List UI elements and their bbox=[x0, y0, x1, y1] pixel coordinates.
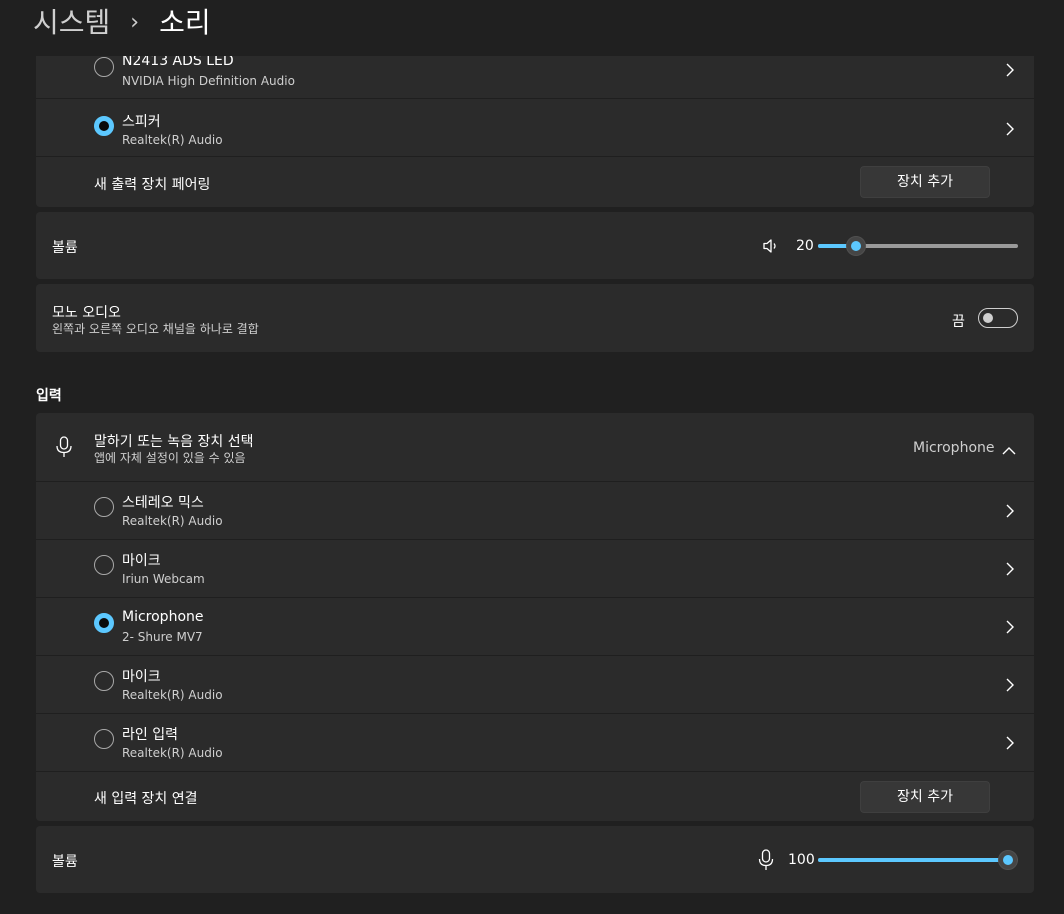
input-device-driver: Realtek(R) Audio bbox=[122, 514, 223, 528]
add-output-device-button[interactable]: 장치 추가 bbox=[860, 166, 990, 198]
output-device-row[interactable]: 스피커 Realtek(R) Audio bbox=[36, 98, 1034, 156]
input-device-name: 라인 입력 bbox=[122, 727, 178, 743]
input-device-radio-selected[interactable] bbox=[94, 613, 114, 633]
input-device-radio[interactable] bbox=[94, 497, 114, 517]
input-device-row[interactable]: 스테레오 믹스 Realtek(R) Audio bbox=[36, 481, 1034, 539]
breadcrumb-separator: › bbox=[130, 10, 140, 35]
input-device-row[interactable]: 마이크 Realtek(R) Audio bbox=[36, 655, 1034, 713]
chevron-right-icon[interactable] bbox=[1004, 562, 1016, 576]
page-header: 시스템 › 소리 bbox=[0, 0, 1064, 56]
input-volume-value: 100 bbox=[788, 852, 815, 868]
pair-output-label: 새 출력 장치 페어링 bbox=[94, 177, 211, 193]
input-device-driver: Iriun Webcam bbox=[122, 572, 205, 586]
input-device-name: 마이크 bbox=[122, 669, 161, 685]
input-device-row[interactable]: 마이크 Iriun Webcam bbox=[36, 539, 1034, 597]
input-device-name: 스테레오 믹스 bbox=[122, 495, 204, 511]
mono-audio-state: 끔 bbox=[952, 314, 965, 330]
input-select-subtitle: 앱에 자체 설정이 있을 수 있음 bbox=[94, 451, 246, 465]
settings-page: 시스템 › 소리 N2413 ADS LED NVIDIA High Defin… bbox=[0, 0, 1064, 914]
chevron-right-icon[interactable] bbox=[1004, 122, 1016, 136]
output-volume-card: 볼륨 20 bbox=[36, 212, 1034, 279]
mono-audio-title: 모노 오디오 bbox=[52, 305, 121, 321]
input-select-title: 말하기 또는 녹음 장치 선택 bbox=[94, 434, 254, 450]
output-device-name: 스피커 bbox=[122, 114, 161, 130]
input-volume-thumb[interactable] bbox=[998, 850, 1018, 870]
output-volume-value: 20 bbox=[796, 238, 814, 254]
input-section-heading: 입력 bbox=[36, 388, 62, 404]
chevron-right-icon[interactable] bbox=[1004, 620, 1016, 634]
pair-input-device-row: 새 입력 장치 연결 장치 추가 bbox=[36, 771, 1034, 821]
output-device-driver: Realtek(R) Audio bbox=[122, 133, 223, 147]
output-device-driver: NVIDIA High Definition Audio bbox=[122, 74, 295, 88]
input-device-radio[interactable] bbox=[94, 671, 114, 691]
input-volume-card: 볼륨 100 bbox=[36, 826, 1034, 893]
breadcrumb-system-link[interactable]: 시스템 bbox=[33, 4, 110, 42]
mono-audio-subtitle: 왼쪽과 오른쪽 오디오 채널을 하나로 결합 bbox=[52, 322, 259, 336]
input-device-driver: 2- Shure MV7 bbox=[122, 630, 203, 644]
input-select-current: Microphone bbox=[913, 440, 995, 456]
breadcrumb: 시스템 › 소리 bbox=[33, 4, 211, 42]
chevron-right-icon[interactable] bbox=[1004, 736, 1016, 750]
chevron-right-icon[interactable] bbox=[1004, 678, 1016, 692]
pair-input-label: 새 입력 장치 연결 bbox=[94, 791, 198, 807]
pair-output-device-row: 새 출력 장치 페어링 장치 추가 bbox=[36, 156, 1034, 207]
chevron-right-icon[interactable] bbox=[1004, 504, 1016, 518]
output-volume-thumb[interactable] bbox=[846, 236, 866, 256]
output-volume-label: 볼륨 bbox=[52, 240, 78, 256]
output-device-radio[interactable] bbox=[94, 57, 114, 77]
add-input-device-button[interactable]: 장치 추가 bbox=[860, 781, 990, 813]
input-device-name: Microphone bbox=[122, 609, 204, 625]
mono-audio-toggle[interactable] bbox=[978, 308, 1018, 328]
input-select-header[interactable]: 말하기 또는 녹음 장치 선택 앱에 자체 설정이 있을 수 있음 Microp… bbox=[36, 413, 1034, 481]
input-device-driver: Realtek(R) Audio bbox=[122, 688, 223, 702]
input-device-card: 말하기 또는 녹음 장치 선택 앱에 자체 설정이 있을 수 있음 Microp… bbox=[36, 413, 1034, 821]
chevron-up-icon[interactable] bbox=[1002, 441, 1016, 455]
page-title: 소리 bbox=[159, 6, 211, 39]
mono-audio-card: 모노 오디오 왼쪽과 오른쪽 오디오 채널을 하나로 결합 끔 bbox=[36, 284, 1034, 352]
input-volume-label: 볼륨 bbox=[52, 854, 78, 870]
speaker-icon[interactable] bbox=[762, 237, 780, 255]
input-device-row[interactable]: 라인 입력 Realtek(R) Audio bbox=[36, 713, 1034, 771]
input-device-row[interactable]: Microphone 2- Shure MV7 bbox=[36, 597, 1034, 655]
microphone-icon bbox=[54, 436, 74, 458]
chevron-right-icon[interactable] bbox=[1004, 63, 1016, 77]
output-device-card: N2413 ADS LED NVIDIA High Definition Aud… bbox=[36, 40, 1034, 207]
input-device-radio[interactable] bbox=[94, 729, 114, 749]
output-device-radio-selected[interactable] bbox=[94, 116, 114, 136]
input-device-driver: Realtek(R) Audio bbox=[122, 746, 223, 760]
input-device-name: 마이크 bbox=[122, 553, 161, 569]
input-device-radio[interactable] bbox=[94, 555, 114, 575]
microphone-icon[interactable] bbox=[758, 849, 774, 871]
input-volume-fill bbox=[818, 858, 1008, 862]
